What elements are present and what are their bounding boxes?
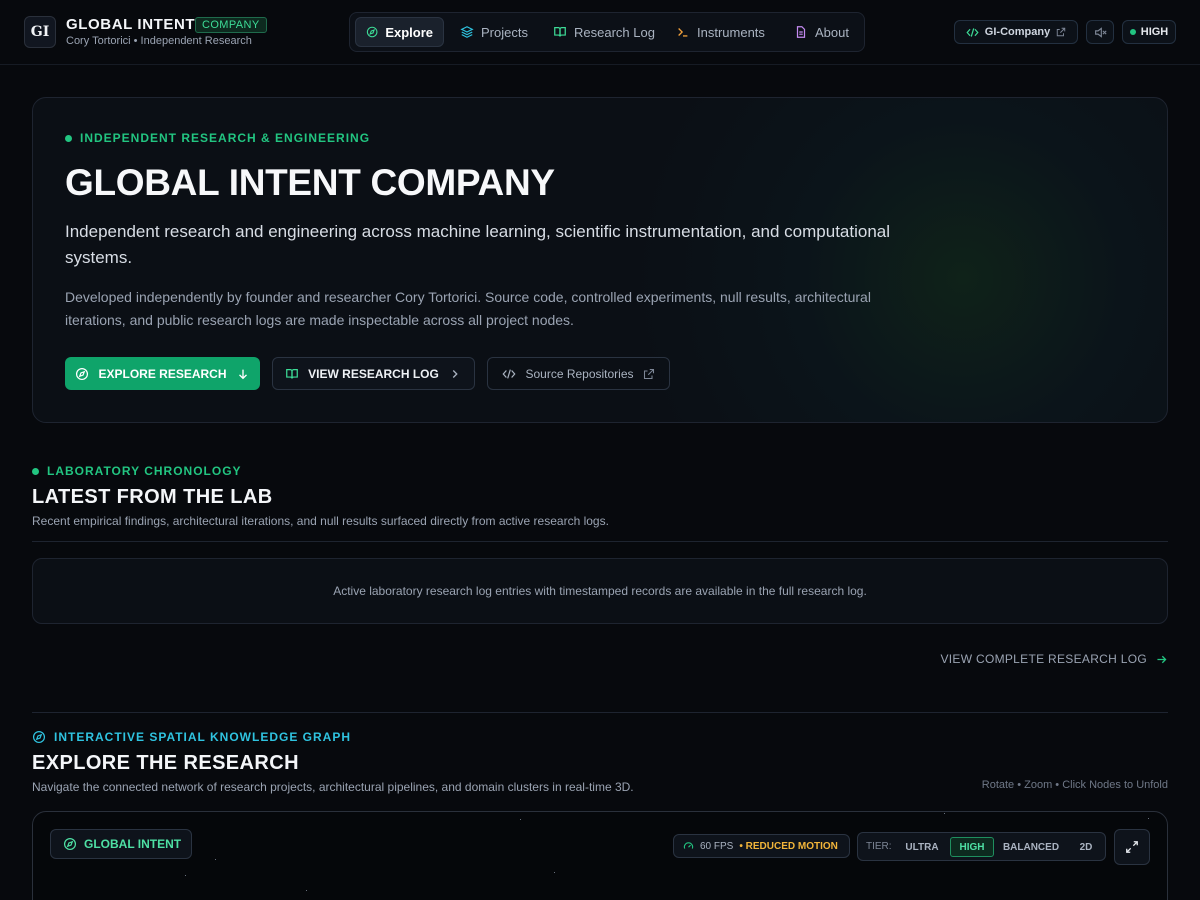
nav-explore-label: Explore [385, 24, 433, 40]
lab-eyebrow-label: LABORATORY CHRONOLOGY [47, 464, 242, 478]
source-repositories-label: Source Repositories [525, 366, 634, 381]
star-particle [944, 813, 945, 814]
source-repositories-button[interactable]: Source Repositories [487, 357, 670, 390]
volume-mute-icon [1094, 26, 1107, 38]
empty-state-message: Active laboratory research log entries w… [333, 584, 867, 598]
lab-title: LATEST FROM THE LAB [32, 486, 273, 508]
fps-label: 60 FPS [700, 840, 734, 852]
star-particle [306, 890, 307, 891]
star-particle [215, 859, 216, 860]
knowledge-graph-canvas[interactable]: GLOBAL INTENT 60 FPS • REDUCED MOTION TI… [32, 811, 1168, 900]
gauge-icon [683, 841, 694, 849]
star-particle [185, 875, 186, 876]
fullscreen-button[interactable] [1114, 829, 1150, 865]
arrow-down-icon [238, 369, 247, 379]
nav-projects-label: Projects [481, 24, 528, 40]
chevron-right-icon [452, 369, 458, 378]
top-navigation-bar: GI GLOBAL INTENT COMPANY Cory Tortorici … [0, 0, 1200, 65]
research-log-empty-state: Active laboratory research log entries w… [32, 558, 1168, 624]
view-research-log-button[interactable]: VIEW RESEARCH LOG [272, 357, 475, 390]
arrow-right-icon [1157, 655, 1167, 663]
hero-body: Developed independently by founder and r… [65, 289, 871, 328]
hero-title: GLOBAL INTENT COMPANY [65, 162, 555, 203]
nav-research-log-label: Research Log [574, 24, 655, 40]
terminal-icon [678, 28, 688, 37]
nav-research-log[interactable]: Research Log [543, 17, 665, 47]
book-open-icon [286, 368, 299, 379]
file-text-icon [796, 26, 806, 38]
eyebrow-dot [65, 134, 72, 142]
graph-controls-hint: Rotate • Zoom • Click Nodes to Unfold [981, 779, 1168, 791]
lab-eyebrow: LABORATORY CHRONOLOGY [32, 464, 242, 478]
graph-eyebrow-label: INTERACTIVE SPATIAL KNOWLEDGE GRAPH [54, 730, 352, 744]
main-nav: Explore Projects Research Log Instrument… [349, 12, 865, 52]
nav-instruments[interactable]: Instruments [666, 17, 775, 47]
quality-label: HIGH [1140, 26, 1169, 38]
star-particle [554, 872, 555, 873]
nav-projects[interactable]: Projects [450, 17, 538, 47]
graph-root-chip[interactable]: GLOBAL INTENT [50, 829, 192, 859]
divider [32, 541, 1168, 542]
star-particle [520, 819, 521, 820]
maximize-icon [1126, 841, 1138, 853]
brand-subtitle: Cory Tortorici • Independent Research [66, 35, 252, 47]
quality-indicator[interactable]: HIGH [1122, 20, 1176, 44]
brand-name[interactable]: GLOBAL INTENT [66, 16, 195, 33]
compass-icon [32, 730, 46, 744]
tier-option-2d[interactable]: 2D [1070, 837, 1102, 857]
compass-icon [76, 367, 89, 380]
layers-icon [460, 26, 474, 38]
star-particle [1148, 818, 1149, 819]
tier-label: TIER: [866, 841, 892, 852]
nav-instruments-label: Instruments [697, 24, 765, 40]
nav-about-label: About [815, 24, 849, 40]
external-link-icon [1056, 27, 1066, 37]
repository-link-label: GI-Company [984, 26, 1051, 38]
tier-option-ultra[interactable]: ULTRA [900, 837, 944, 857]
sound-toggle-button[interactable] [1086, 20, 1114, 44]
performance-indicator: 60 FPS • REDUCED MOTION [673, 834, 850, 858]
lab-subtitle: Recent empirical findings, architectural… [32, 514, 609, 528]
eyebrow-dot [32, 467, 39, 475]
graph-eyebrow: INTERACTIVE SPATIAL KNOWLEDGE GRAPH [32, 730, 351, 744]
code-icon [966, 27, 979, 37]
logo-mark[interactable]: GI [24, 16, 56, 48]
reduced-motion-label: • REDUCED MOTION [739, 840, 838, 852]
explore-research-label: EXPLORE RESEARCH [98, 366, 227, 381]
hero-eyebrow: INDEPENDENT RESEARCH & ENGINEERING [65, 131, 370, 145]
book-open-icon [554, 27, 566, 37]
code-icon [502, 368, 516, 379]
view-complete-research-log-label: VIEW COMPLETE RESEARCH LOG [940, 652, 1147, 666]
divider [32, 712, 1168, 713]
graph-title: EXPLORE THE RESEARCH [32, 752, 299, 774]
tier-option-balanced[interactable]: BALANCED [1000, 837, 1062, 857]
compass-icon [366, 26, 378, 38]
render-tier-selector: TIER: ULTRA HIGH BALANCED 2D [857, 832, 1106, 861]
status-dot [1129, 29, 1136, 35]
hero-eyebrow-label: INDEPENDENT RESEARCH & ENGINEERING [80, 131, 371, 145]
repository-link-button[interactable]: GI-Company [954, 20, 1078, 44]
nav-about[interactable]: About [784, 17, 859, 47]
hero-lead: Independent research and engineering acr… [65, 222, 891, 267]
brand-badge: COMPANY [195, 17, 267, 33]
hero-card: INDEPENDENT RESEARCH & ENGINEERING GLOBA… [32, 97, 1168, 423]
graph-subtitle: Navigate the connected network of resear… [32, 780, 634, 794]
explore-research-button[interactable]: EXPLORE RESEARCH [65, 357, 260, 390]
tier-option-high[interactable]: HIGH [950, 837, 994, 857]
view-research-log-label: VIEW RESEARCH LOG [308, 366, 439, 381]
nav-explore[interactable]: Explore [355, 17, 444, 47]
graph-root-label: GLOBAL INTENT [84, 837, 182, 851]
external-link-icon [643, 368, 654, 379]
compass-icon [63, 837, 77, 851]
view-complete-research-log-link[interactable]: VIEW COMPLETE RESEARCH LOG [940, 652, 1168, 666]
